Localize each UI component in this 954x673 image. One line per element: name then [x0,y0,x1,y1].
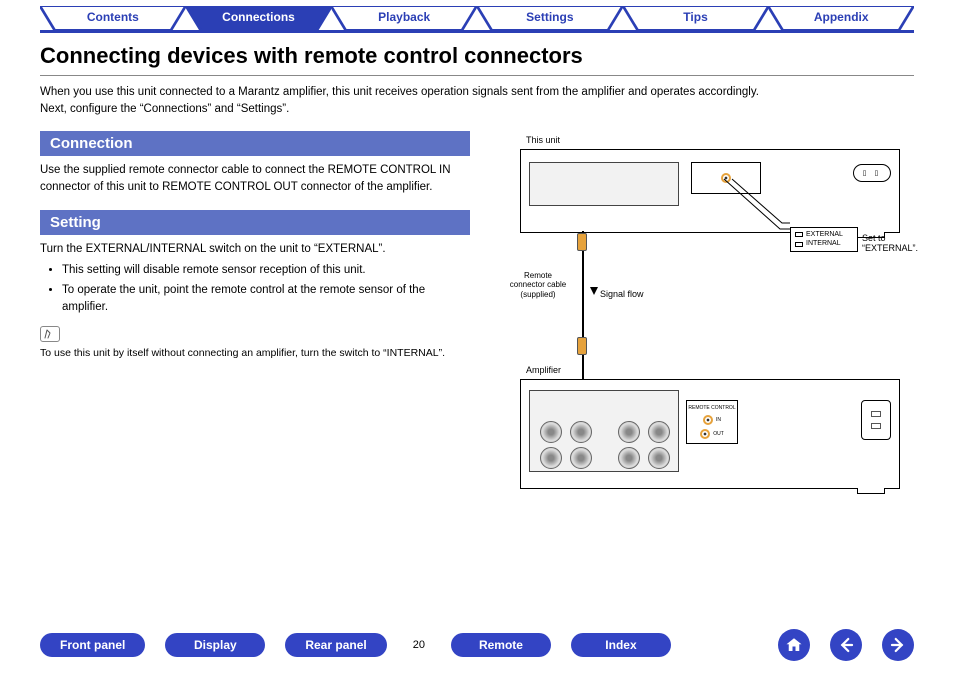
arrow-right-icon [889,636,907,654]
note-icon [40,326,60,342]
cable-plug-bottom-icon [577,337,587,355]
remote-control-label: REMOTE CONTROL [688,405,735,411]
speaker-terminal-icon [570,447,592,469]
tab-label: Settings [526,10,573,24]
tab-appendix[interactable]: Appendix [768,6,914,30]
section-setting-title: Setting [40,210,470,235]
setting-bullets: This setting will disable remote sensor … [40,262,470,316]
setting-text: Turn the EXTERNAL/INTERNAL switch on the… [40,241,470,258]
nav-remote[interactable]: Remote [451,633,551,657]
nav-rear-panel[interactable]: Rear panel [285,633,386,657]
next-button[interactable] [882,629,914,661]
ac-inlet-icon: ▯ ▯ [853,164,891,182]
rca-jack-icon [700,429,710,439]
prev-button[interactable] [830,629,862,661]
title-rule [40,75,914,76]
in-label: IN [716,417,721,423]
tab-label: Contents [87,10,139,24]
out-label: OUT [713,431,724,437]
set-to-external: Set to “EXTERNAL”. [862,233,912,253]
tab-label: Tips [683,10,707,24]
ac-inlet-icon [861,400,891,440]
rear-panel-area [529,162,679,206]
setting-bullet: This setting will disable remote sensor … [62,262,470,279]
label-remote-cable: Remote connector cable (supplied) [508,271,568,300]
setting-note: To use this unit by itself without conne… [40,346,470,362]
nav-index[interactable]: Index [571,633,671,657]
signal-flow-arrow-icon [590,287,598,295]
intro-line: Next, configure the “Connections” and “S… [40,101,914,118]
bottom-nav: Front panel Display Rear panel 20 Remote… [0,629,954,661]
tab-playback[interactable]: Playback [331,6,477,30]
label-signal-flow: Signal flow [600,289,644,299]
connection-diagram: This unit ▯ ▯ EXTERNAL INTERNAL [490,131,910,531]
remote-out-port: REMOTE CONTROL IN OUT [686,400,738,444]
page-title: Connecting devices with remote control c… [0,33,954,75]
tab-label: Appendix [814,10,869,24]
nav-front-panel[interactable]: Front panel [40,633,145,657]
top-tabs: Contents Connections Playback Settings T… [0,0,954,30]
tab-connections[interactable]: Connections [186,6,332,30]
label-this-unit: This unit [526,135,560,145]
speaker-terminal-icon [648,447,670,469]
switch-callout: EXTERNAL INTERNAL [790,227,858,253]
home-button[interactable] [778,629,810,661]
section-connection-title: Connection [40,131,470,156]
tab-tips[interactable]: Tips [623,6,769,30]
label-amplifier: Amplifier [526,365,561,375]
device-amplifier: REMOTE CONTROL IN OUT [520,379,900,489]
intro-text: When you use this unit connected to a Ma… [0,84,954,131]
speaker-terminal-icon [618,421,640,443]
speaker-terminal-icon [618,447,640,469]
cable-plug-top-icon [577,233,587,251]
switch-external-label: EXTERNAL [806,231,843,239]
speaker-terminal-icon [648,421,670,443]
nav-display[interactable]: Display [165,633,265,657]
speaker-terminal-icon [540,447,562,469]
switch-internal-label: INTERNAL [806,240,841,248]
device-this-unit: ▯ ▯ [520,149,900,233]
device-foot [857,488,885,494]
page-number: 20 [407,639,431,651]
connection-text: Use the supplied remote connector cable … [40,162,470,197]
rca-jack-icon [703,415,713,425]
home-icon [785,636,803,654]
intro-line: When you use this unit connected to a Ma… [40,84,914,101]
tab-label: Connections [222,10,295,24]
amp-rear-panel [529,390,679,472]
left-column: Connection Use the supplied remote conne… [40,131,470,531]
right-column: This unit ▯ ▯ EXTERNAL INTERNAL [490,131,914,531]
speaker-terminal-icon [570,421,592,443]
arrow-left-icon [837,636,855,654]
tab-settings[interactable]: Settings [477,6,623,30]
setting-bullet: To operate the unit, point the remote co… [62,282,470,317]
speaker-terminal-icon [540,421,562,443]
tab-contents[interactable]: Contents [40,6,186,30]
switch-leader-line [720,179,800,239]
tab-label: Playback [378,10,430,24]
